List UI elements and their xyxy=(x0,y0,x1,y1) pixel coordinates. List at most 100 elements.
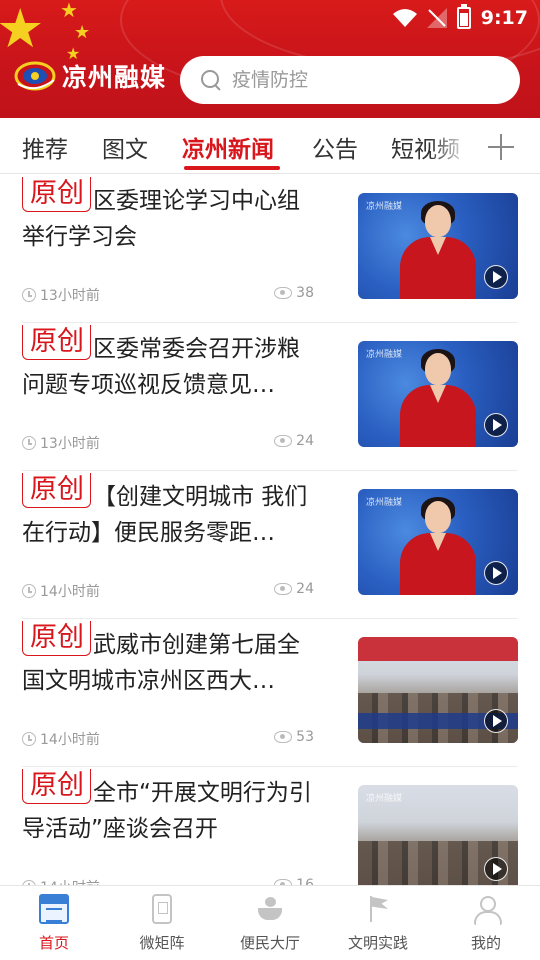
thumbnail-watermark: 凉州融媒 xyxy=(366,350,403,360)
logo-mark-icon xyxy=(14,61,56,91)
news-views: 38 xyxy=(274,285,314,301)
phone-icon xyxy=(152,894,172,924)
anchor-face xyxy=(425,205,451,237)
search-bar[interactable] xyxy=(180,56,520,104)
play-icon[interactable] xyxy=(484,265,508,289)
news-thumbnail[interactable] xyxy=(358,637,518,743)
nav-micro-matrix[interactable]: 微矩阵 xyxy=(108,894,216,953)
nav-mine[interactable]: 我的 xyxy=(432,894,540,953)
nav-label: 便民大厅 xyxy=(239,934,300,952)
play-icon[interactable] xyxy=(484,561,508,585)
nav-civilization-practice[interactable]: 文明实践 xyxy=(324,894,432,953)
news-time: 14小时前 xyxy=(22,877,100,885)
news-title: 原创 区委理论学习中心组举行学习会 xyxy=(22,177,322,255)
news-item[interactable]: 原创 区委理论学习中心组举行学习会 13小时前 38 凉州融媒 xyxy=(0,175,540,323)
search-input[interactable] xyxy=(232,69,492,91)
battery-icon xyxy=(456,4,471,29)
tab-overflow-fade xyxy=(430,118,470,172)
news-views: 24 xyxy=(274,433,314,449)
tab-announcement[interactable]: 公告 xyxy=(312,130,358,164)
clock-icon xyxy=(22,584,36,598)
nav-service-hall[interactable]: 便民大厅 xyxy=(216,894,324,953)
logo-text: 凉州融媒 xyxy=(62,63,167,92)
active-tab-indicator xyxy=(184,166,280,170)
news-item[interactable]: 原创 武威市创建第七届全国文明城市凉州区西大… 14小时前 53 xyxy=(0,619,540,767)
clock-icon xyxy=(22,732,36,746)
news-item[interactable]: 原创 区委常委会召开涉粮问题专项巡视反馈意见… 13小时前 24 凉州融媒 xyxy=(0,323,540,471)
news-title: 原创 全市“开展文明行为引导活动”座谈会召开 xyxy=(22,769,322,847)
news-icon xyxy=(39,894,69,924)
news-time-text: 14小时前 xyxy=(40,732,100,748)
news-thumbnail[interactable]: 凉州融媒 xyxy=(358,193,518,299)
nav-label: 微矩阵 xyxy=(139,934,185,952)
news-views-count: 24 xyxy=(296,433,314,449)
thumbnail-watermark: 凉州融媒 xyxy=(366,202,403,212)
nav-label: 我的 xyxy=(470,934,501,952)
flag-star-icon: ★ xyxy=(0,0,45,60)
news-views: 16 xyxy=(274,877,314,885)
eye-icon xyxy=(274,583,293,595)
meeting-banner xyxy=(358,637,518,661)
news-time-text: 13小时前 xyxy=(40,436,100,452)
news-title: 原创 区委常委会召开涉粮问题专项巡视反馈意见… xyxy=(22,325,322,403)
nav-label: 文明实践 xyxy=(347,934,408,952)
news-views-count: 38 xyxy=(296,285,314,301)
play-icon[interactable] xyxy=(484,709,508,733)
status-bar: 9:17 xyxy=(392,4,528,32)
news-views: 53 xyxy=(274,729,314,745)
news-thumbnail[interactable]: 凉州融媒 xyxy=(358,489,518,595)
news-list: 原创 区委理论学习中心组举行学习会 13小时前 38 凉州融媒 原创 区委常委会召开… xyxy=(0,175,540,885)
app-logo[interactable]: 凉州融媒 xyxy=(14,58,166,94)
news-thumbnail[interactable]: 凉州融媒 xyxy=(358,785,518,885)
app-header: ★ ★ ★ ★ 9:17 凉州融媒 xyxy=(0,0,540,118)
anchor-face xyxy=(425,501,451,533)
tab-liangzhou-news[interactable]: 凉州新闻 xyxy=(182,130,274,164)
nav-home[interactable]: 首页 xyxy=(0,894,108,953)
news-title: 原创 武威市创建第七届全国文明城市凉州区西大… xyxy=(22,621,322,699)
news-thumbnail[interactable]: 凉州融媒 xyxy=(358,341,518,447)
news-time: 14小时前 xyxy=(22,581,100,601)
flag-star-icon: ★ xyxy=(60,0,78,22)
play-icon[interactable] xyxy=(484,857,508,881)
news-title: 原创 【创建文明城市 我们在行动】便民服务零距… xyxy=(22,473,322,551)
original-badge: 原创 xyxy=(22,769,91,804)
clock-icon xyxy=(22,436,36,450)
news-time-text: 14小时前 xyxy=(40,584,100,600)
news-views-count: 16 xyxy=(296,877,314,885)
nav-label: 首页 xyxy=(38,934,69,952)
news-time: 14小时前 xyxy=(22,729,100,749)
news-time-text: 14小时前 xyxy=(40,877,100,885)
eye-icon xyxy=(274,435,293,447)
news-views-count: 24 xyxy=(296,581,314,597)
play-icon[interactable] xyxy=(484,413,508,437)
clock-icon xyxy=(22,288,36,302)
status-time: 9:17 xyxy=(480,7,528,29)
thumbnail-watermark: 凉州融媒 xyxy=(366,498,403,508)
add-channel-icon[interactable] xyxy=(488,134,514,160)
signal-icon xyxy=(426,8,447,28)
news-item[interactable]: 原创全市“开展文明行为引导活动”座谈会召开 14小时前 16 凉州融媒 xyxy=(0,767,540,885)
news-time: 13小时前 xyxy=(22,285,100,305)
search-icon xyxy=(200,69,222,91)
tab-picture-text[interactable]: 图文 xyxy=(102,130,148,164)
original-badge: 原创 xyxy=(22,621,91,656)
eye-icon xyxy=(274,287,293,299)
original-badge: 原创 xyxy=(22,325,91,360)
category-tabs: 推荐 图文 凉州新闻 公告 短视频 xyxy=(0,118,540,174)
news-views-count: 53 xyxy=(296,729,314,745)
original-badge: 原创 xyxy=(22,177,91,212)
user-icon xyxy=(471,894,502,925)
news-views: 24 xyxy=(274,581,314,597)
thumbnail-watermark: 凉州融媒 xyxy=(366,794,403,804)
bottom-nav: 首页 微矩阵 便民大厅 文明实践 我的 xyxy=(0,885,540,960)
tab-recommend[interactable]: 推荐 xyxy=(22,130,68,164)
anchor-face xyxy=(425,353,451,385)
hand-heart-icon xyxy=(255,894,285,924)
original-badge: 原创 xyxy=(22,473,91,508)
flag-icon xyxy=(363,894,393,924)
news-item[interactable]: 原创 【创建文明城市 我们在行动】便民服务零距… 14小时前 24 凉州融媒 xyxy=(0,471,540,619)
news-time: 13小时前 xyxy=(22,433,100,453)
eye-icon xyxy=(274,731,293,743)
news-time-text: 13小时前 xyxy=(40,288,100,304)
flag-star-icon: ★ xyxy=(74,22,91,43)
